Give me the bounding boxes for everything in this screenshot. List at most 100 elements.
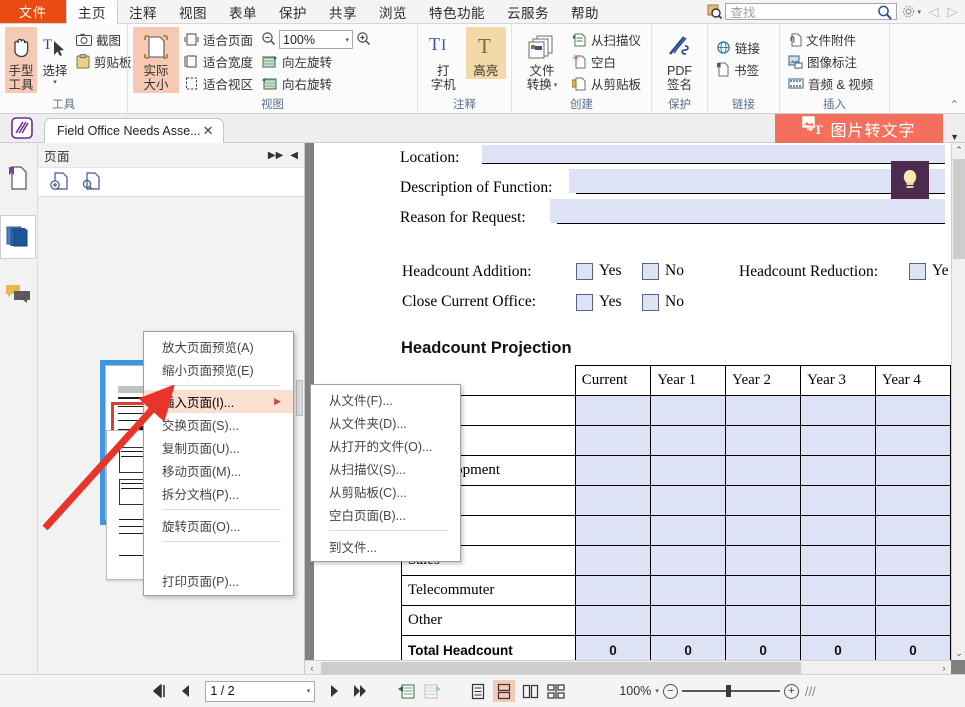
next-page-icon[interactable] — [323, 680, 345, 702]
bookmark-button[interactable]: 书签 — [713, 59, 763, 80]
chevron-down-icon[interactable]: ▾ — [53, 78, 57, 86]
select-tool-button[interactable]: T 选择 ▾ — [39, 27, 71, 87]
table-cell[interactable] — [876, 426, 951, 456]
menu-tab-help[interactable]: 帮助 — [560, 0, 610, 23]
context-menu-item-zoom-in-preview[interactable]: 放大页面预览(A) — [144, 335, 293, 358]
context-menu-item-rotate-pages[interactable]: 旋转页面(O)... — [144, 514, 293, 537]
menu-tab-features[interactable]: 特色功能 — [418, 0, 496, 23]
nav-prev-icon[interactable]: ◁ — [925, 3, 942, 20]
image-annotation-button[interactable]: 图像标注 — [785, 51, 876, 72]
fit-visible-button[interactable]: 适合视区 — [181, 73, 256, 94]
continuous-view-button[interactable] — [493, 680, 515, 702]
table-cell[interactable] — [575, 396, 650, 426]
single-page-view-button[interactable] — [467, 680, 489, 702]
zoom-in-icon[interactable]: + — [784, 684, 799, 699]
checkbox-headcount-addition-yes[interactable] — [576, 263, 593, 280]
table-cell[interactable] — [651, 486, 726, 516]
context-menu-item-split-document[interactable]: 拆分文档(P)... — [144, 482, 293, 505]
resize-grip-icon[interactable]: /// — [803, 684, 816, 699]
menu-tab-form[interactable]: 表单 — [218, 0, 268, 23]
nav-next-icon[interactable]: ▷ — [944, 3, 961, 20]
vertical-scroll-thumb[interactable] — [953, 159, 965, 259]
menu-tab-browse[interactable]: 浏览 — [368, 0, 418, 23]
from-clipboard-button[interactable]: 从剪贴板 — [569, 73, 644, 94]
submenu-item-from-clipboard[interactable]: 从剪贴板(C)... — [311, 480, 460, 503]
table-cell[interactable] — [801, 456, 876, 486]
table-cell[interactable] — [876, 516, 951, 546]
table-cell[interactable] — [801, 396, 876, 426]
menu-tab-home[interactable]: 主页 — [66, 0, 118, 24]
table-cell[interactable] — [575, 516, 650, 546]
scroll-left-icon[interactable]: ‹ — [305, 661, 319, 674]
checkbox-close-office-yes[interactable] — [576, 294, 593, 311]
table-cell[interactable] — [726, 486, 801, 516]
table-cell[interactable] — [726, 426, 801, 456]
context-menu-item-move-pages[interactable]: 移动页面(M)... — [144, 459, 293, 482]
sidebar-item-bookmarks[interactable] — [0, 157, 36, 201]
zoom-level-select[interactable]: 100% ▾ — [279, 30, 353, 49]
field-input-reason[interactable] — [550, 199, 945, 223]
table-cell[interactable] — [651, 426, 726, 456]
menu-tab-protect[interactable]: 保护 — [268, 0, 318, 23]
table-cell[interactable] — [726, 396, 801, 426]
page-number-select[interactable]: 1 / 2 ▾ — [205, 681, 315, 702]
image-to-text-button[interactable]: T 图片转文字 — [775, 114, 943, 143]
table-cell[interactable] — [801, 516, 876, 546]
chevron-down-icon[interactable]: ▼ — [950, 132, 965, 142]
next-view-icon[interactable] — [421, 680, 443, 702]
page-context-menu[interactable]: 放大页面预览(A) 缩小页面预览(E) 插入页面(I)... ▶ 交换页面(S)… — [143, 331, 294, 596]
chevron-down-icon[interactable]: ▾ — [554, 81, 558, 89]
table-cell[interactable] — [575, 606, 650, 636]
collapse-panel-icon[interactable]: ◀ — [290, 150, 298, 161]
menu-tab-comment[interactable]: 注释 — [118, 0, 168, 23]
context-menu-item-print-pages[interactable] — [144, 546, 293, 569]
from-scanner-button[interactable]: 从扫描仪 — [569, 29, 644, 50]
submenu-item-to-file[interactable]: 到文件... — [311, 535, 460, 558]
scroll-up-icon[interactable]: ⌃ — [952, 143, 965, 157]
actual-size-button[interactable]: 实际 大小 — [133, 27, 179, 93]
chevron-down-icon[interactable]: ▾ — [655, 687, 659, 695]
document-tab[interactable]: Field Office Needs Asse... ✕ — [44, 118, 224, 143]
checkbox-headcount-reduction-yes[interactable] — [909, 263, 926, 280]
page-preview-icon[interactable] — [82, 171, 102, 194]
typewriter-button[interactable]: TI 打 字机 — [423, 27, 464, 93]
zoom-in-icon[interactable] — [356, 31, 371, 49]
close-icon[interactable]: ✕ — [201, 123, 216, 139]
blank-page-button[interactable]: ✳ 空白 — [569, 51, 644, 72]
file-convert-button[interactable]: 文件 转换 ▾ — [517, 27, 567, 93]
sidebar-item-comments[interactable] — [0, 273, 36, 317]
checkbox-close-office-no[interactable] — [642, 294, 659, 311]
checkbox-headcount-addition-no[interactable] — [642, 263, 659, 280]
settings-button[interactable]: ▾ — [899, 4, 923, 19]
menu-file[interactable]: 文件 — [0, 0, 66, 23]
rotate-left-button[interactable]: 向左旋转 — [258, 51, 374, 72]
field-input-location[interactable] — [482, 145, 945, 163]
menu-tab-view[interactable]: 视图 — [168, 0, 218, 23]
table-cell[interactable] — [575, 546, 650, 576]
table-cell[interactable] — [575, 426, 650, 456]
table-cell[interactable] — [651, 516, 726, 546]
fit-width-button[interactable]: 适合宽度 — [181, 51, 256, 72]
highlight-button[interactable]: T 高亮 — [466, 27, 507, 79]
table-cell[interactable] — [726, 456, 801, 486]
table-cell[interactable] — [651, 396, 726, 426]
submenu-item-from-scanner[interactable]: 从扫描仪(S)... — [311, 457, 460, 480]
table-cell[interactable] — [876, 456, 951, 486]
table-cell[interactable] — [651, 546, 726, 576]
table-cell[interactable] — [876, 486, 951, 516]
zoom-slider-handle[interactable] — [726, 685, 731, 697]
lightbulb-icon[interactable] — [891, 161, 929, 199]
submenu-item-from-file[interactable]: 从文件(F)... — [311, 388, 460, 411]
table-cell[interactable] — [801, 606, 876, 636]
expand-all-icon[interactable]: ▶▶ — [268, 150, 283, 161]
table-cell[interactable] — [801, 486, 876, 516]
submenu-item-blank-page[interactable]: 空白页面(B)... — [311, 503, 460, 526]
field-input-description[interactable] — [569, 169, 945, 193]
scroll-right-icon[interactable]: › — [937, 661, 951, 674]
menu-tab-cloud[interactable]: 云服务 — [496, 0, 560, 23]
document-vertical-scrollbar[interactable]: ⌃ ⌄ — [951, 143, 965, 660]
search-icon[interactable] — [876, 4, 893, 24]
submenu-item-from-open-file[interactable]: 从打开的文件(O)... — [311, 434, 460, 457]
table-cell[interactable] — [651, 606, 726, 636]
context-menu-item-swap-pages[interactable]: 交换页面(S)... — [144, 413, 293, 436]
